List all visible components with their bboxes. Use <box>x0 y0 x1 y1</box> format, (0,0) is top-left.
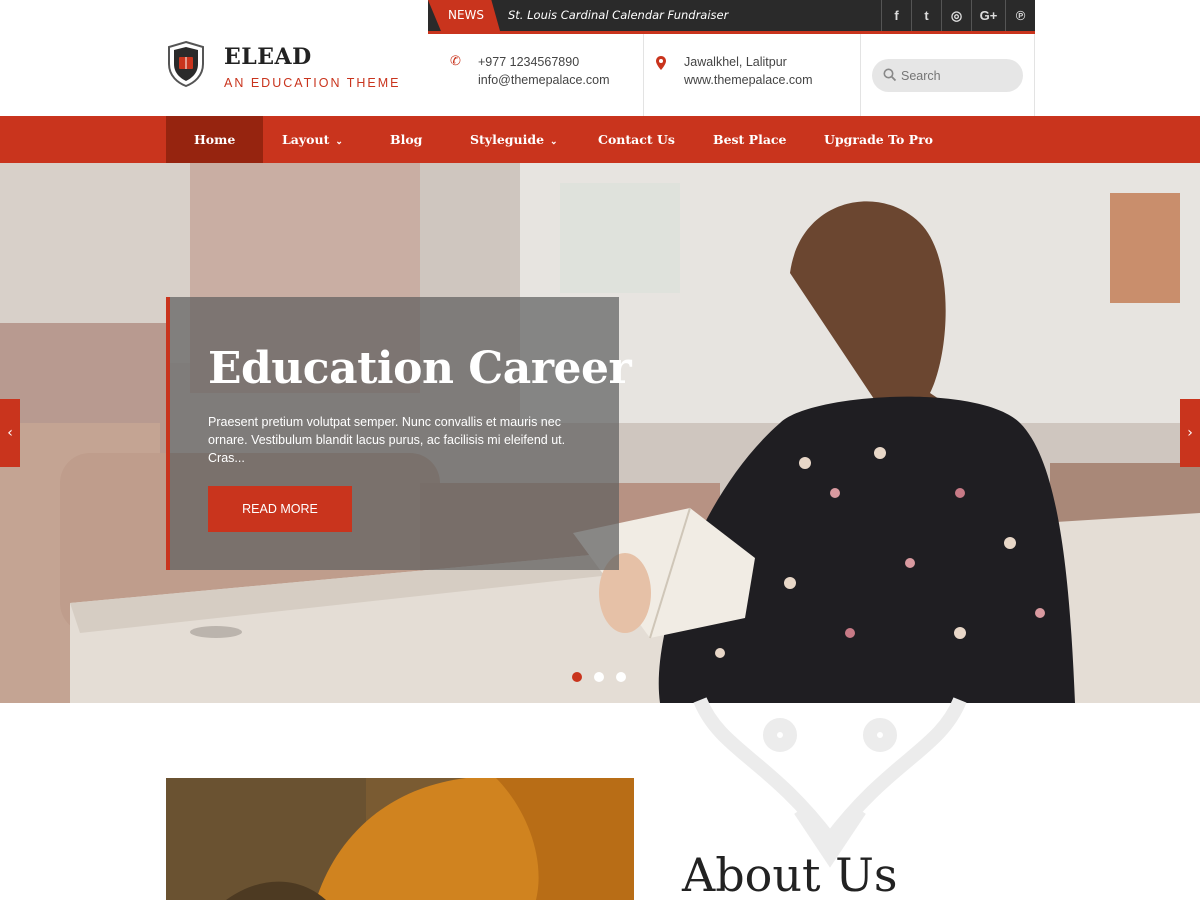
chevron-down-icon: ⌄ <box>550 137 558 147</box>
news-ticker: NEWS St. Louis Cardinal Calendar Fundrai… <box>428 0 1035 34</box>
slider-next-button[interactable]: › <box>1180 399 1200 467</box>
about-image-graphic <box>166 778 634 900</box>
slide-caption: Education Career Praesent pretium volutp… <box>166 297 632 570</box>
slider-dot-3[interactable] <box>616 672 626 682</box>
site-tagline: AN EDUCATION THEME <box>224 76 401 90</box>
hero-slider: Education Career Praesent pretium volutp… <box>0 163 1200 703</box>
nav-item-best-place[interactable]: Best Place <box>713 116 787 163</box>
slider-dot-1[interactable] <box>572 672 582 682</box>
nav-item-label: Contact Us <box>598 132 675 147</box>
social-links: f t ◎ G+ ℗ <box>881 0 1035 31</box>
slider-prev-button[interactable]: ‹ <box>0 399 20 467</box>
google-plus-icon[interactable]: G+ <box>971 0 1005 31</box>
nav-item-label: Best Place <box>713 132 787 147</box>
site-header: ELEAD AN EDUCATION THEME ✆ +977 12345678… <box>0 34 1200 116</box>
read-more-button[interactable]: READ MORE <box>208 486 352 532</box>
address-text: Jawalkhel, Lalitpur <box>684 55 787 69</box>
slider-dot-2[interactable] <box>594 672 604 682</box>
chevron-left-icon: ‹ <box>7 425 13 441</box>
nav-item-layout[interactable]: Layout ⌄ <box>282 116 343 163</box>
decorative-ornament-icon <box>693 697 967 868</box>
twitter-icon[interactable]: t <box>911 0 941 31</box>
nav-item-home[interactable]: Home <box>166 116 264 163</box>
phone-number[interactable]: +977 1234567890 <box>478 55 579 69</box>
email-address[interactable]: info@themepalace.com <box>478 73 610 87</box>
about-image <box>166 778 634 900</box>
nav-item-label: Home <box>194 132 236 147</box>
divider <box>860 34 861 116</box>
nav-item-label: Styleguide <box>470 132 545 147</box>
nav-item-contact-us[interactable]: Contact Us <box>598 116 675 163</box>
nav-item-upgrade-to-pro[interactable]: Upgrade To Pro <box>824 116 933 163</box>
facebook-icon[interactable]: f <box>881 0 911 31</box>
search-input[interactable] <box>901 59 1016 92</box>
main-navigation: Home Layout ⌄ Blog Styleguide ⌄ Contact Us… <box>0 116 1200 163</box>
nav-item-blog[interactable]: Blog <box>390 116 422 163</box>
news-headline-link[interactable]: St. Louis Cardinal Calendar Fundraiser <box>508 0 728 31</box>
nav-item-styleguide[interactable]: Styleguide ⌄ <box>470 116 558 163</box>
slide-title: Education Career <box>208 343 632 394</box>
divider <box>1034 34 1035 116</box>
news-label: NEWS <box>428 0 500 31</box>
site-title[interactable]: ELEAD <box>224 44 312 70</box>
search-icon <box>883 68 897 82</box>
chevron-down-icon: ⌄ <box>335 137 343 147</box>
map-pin-icon <box>656 56 666 70</box>
nav-item-label: Layout <box>282 132 330 147</box>
website-link[interactable]: www.themepalace.com <box>684 73 813 87</box>
pinterest-icon[interactable]: ℗ <box>1005 0 1035 31</box>
phone-icon: ✆ <box>450 54 461 69</box>
top-bar: NEWS St. Louis Cardinal Calendar Fundrai… <box>0 0 1200 34</box>
nav-item-label: Upgrade To Pro <box>824 132 933 147</box>
chevron-right-icon: › <box>1187 425 1193 441</box>
nav-item-label: Blog <box>390 132 423 147</box>
slide-description: Praesent pretium volutpat semper. Nunc c… <box>208 415 566 465</box>
instagram-icon[interactable]: ◎ <box>941 0 971 31</box>
slider-pagination <box>572 672 626 682</box>
about-heading: About Us <box>682 848 898 902</box>
search-box[interactable] <box>872 59 1023 92</box>
divider <box>643 34 644 116</box>
crest-icon <box>168 40 204 88</box>
